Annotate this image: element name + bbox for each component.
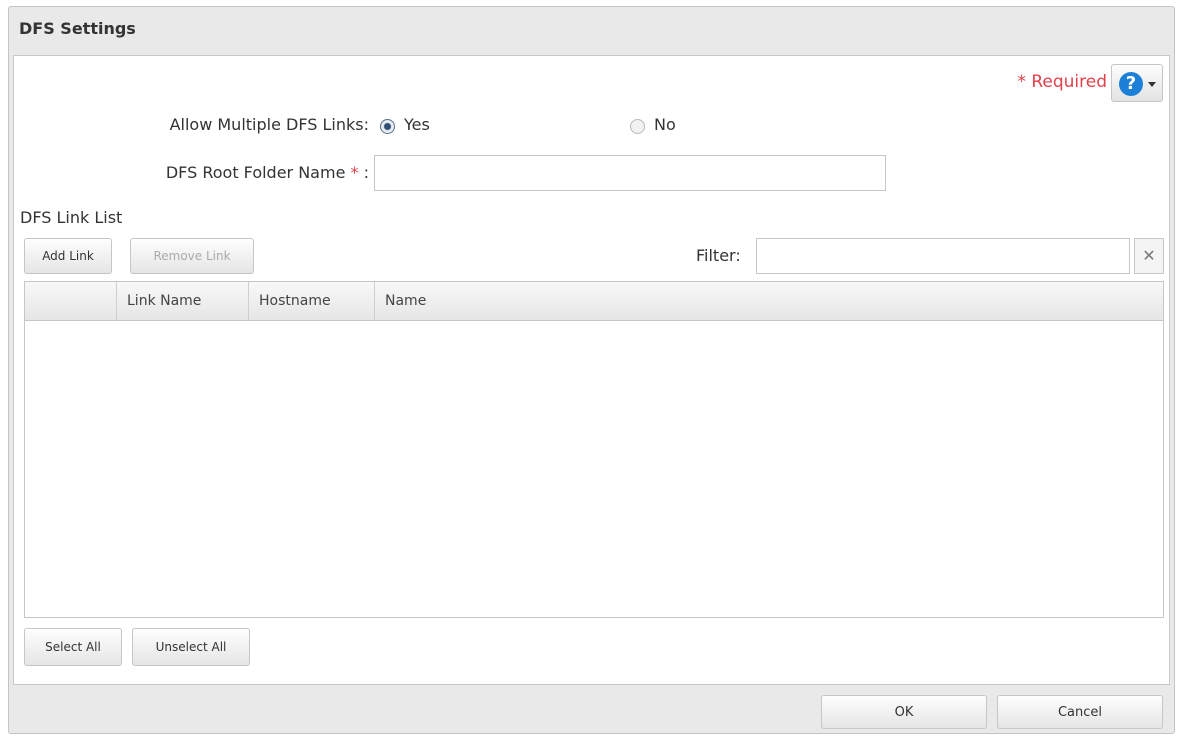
cancel-button[interactable]: Cancel xyxy=(997,695,1163,729)
dialog-content: * Required ? Allow Multiple DFS Links: Y… xyxy=(13,55,1170,685)
radio-yes[interactable] xyxy=(380,119,395,134)
add-link-button[interactable]: Add Link xyxy=(24,238,112,274)
root-folder-input[interactable] xyxy=(374,155,886,191)
column-header-link-name[interactable]: Link Name xyxy=(117,282,249,320)
radio-no[interactable] xyxy=(630,119,645,134)
root-folder-colon: : xyxy=(358,163,369,182)
root-folder-label-text: DFS Root Folder Name xyxy=(165,163,346,182)
radio-no-label[interactable]: No xyxy=(654,115,676,134)
help-button[interactable]: ? xyxy=(1111,64,1163,102)
filter-input[interactable] xyxy=(756,238,1130,274)
ok-button[interactable]: OK xyxy=(821,695,987,729)
select-all-button[interactable]: Select All xyxy=(24,628,122,666)
remove-link-button[interactable]: Remove Link xyxy=(130,238,254,274)
link-list-title: DFS Link List xyxy=(20,208,123,227)
radio-yes-label[interactable]: Yes xyxy=(404,115,430,134)
table-header: Link Name Hostname Name xyxy=(25,282,1163,321)
column-header-name[interactable]: Name xyxy=(375,282,1163,320)
required-star: * xyxy=(350,163,359,182)
chevron-down-icon xyxy=(1148,82,1156,87)
filter-label: Filter: xyxy=(696,246,741,265)
root-folder-label: DFS Root Folder Name * : xyxy=(166,163,369,182)
link-table: Link Name Hostname Name xyxy=(24,281,1164,618)
unselect-all-button[interactable]: Unselect All xyxy=(132,628,250,666)
dfs-settings-dialog: DFS Settings * Required ? Allow Multiple… xyxy=(8,6,1175,734)
required-note: * Required xyxy=(1017,72,1107,92)
dialog-title: DFS Settings xyxy=(19,19,136,38)
column-header-select[interactable] xyxy=(25,282,117,320)
column-header-hostname[interactable]: Hostname xyxy=(249,282,375,320)
allow-multiple-label: Allow Multiple DFS Links: xyxy=(169,115,369,134)
question-icon: ? xyxy=(1119,72,1143,96)
clear-filter-icon[interactable]: ✕ xyxy=(1134,238,1164,274)
